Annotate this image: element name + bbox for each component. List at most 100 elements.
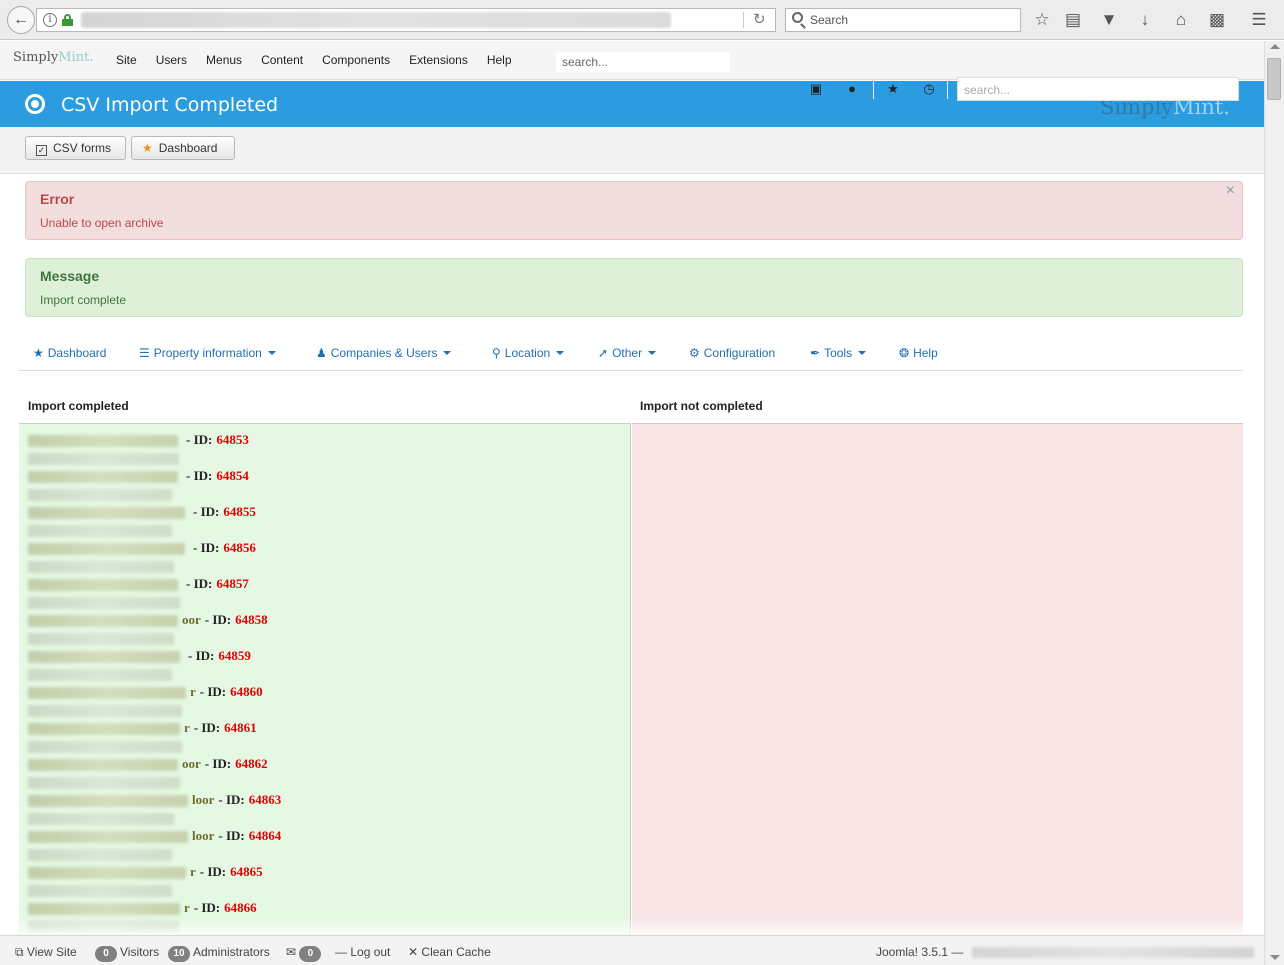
record-id: 64857 (216, 576, 249, 591)
error-text: Unable to open archive (40, 216, 164, 230)
import-row: oor - ID: 64862 (28, 756, 268, 774)
error-heading: Error (40, 191, 75, 207)
redacted-name (28, 831, 188, 844)
redacted-name (28, 687, 186, 700)
back-button[interactable]: ← (7, 6, 35, 34)
home-icon[interactable]: ⌂ (1169, 8, 1193, 32)
status-bar: ⧉ View Site 0 Visitors 10 Administrators ✉… (0, 935, 1264, 965)
import-row-address (28, 666, 176, 684)
info-icon[interactable]: i (43, 13, 57, 27)
import-row: - ID: 64853 (28, 432, 249, 450)
name-tail: oor (182, 756, 201, 771)
menu-content[interactable]: Content (261, 53, 303, 67)
dashboard-label: Dashboard (158, 141, 218, 155)
external-link-icon: ⧉ (15, 945, 24, 959)
import-row: r- ID: 64861 (28, 720, 257, 738)
redacted-address (28, 777, 180, 790)
import-row: loor - ID: 64863 (28, 792, 281, 810)
import-row: r- ID: 64866 (28, 900, 257, 918)
redacted-address (28, 885, 172, 898)
name-tail: loor (192, 828, 215, 843)
import-row: - ID: 64859 (28, 648, 251, 666)
search-icon (792, 12, 803, 23)
pocket-icon[interactable]: ▼ (1097, 8, 1121, 32)
redacted-address (28, 453, 179, 466)
import-row-address (28, 774, 184, 792)
download-icon[interactable]: ↓ (1133, 8, 1157, 32)
brand-logo[interactable]: SimplyMint. (13, 50, 93, 65)
url-bar[interactable]: i ↻ (36, 8, 776, 32)
user-icon: ♟ (316, 346, 327, 360)
redacted-address (28, 633, 174, 646)
cm-tools[interactable]: ✒ Tools (810, 346, 867, 360)
cm-dashboard[interactable]: ★ Dashboard (33, 346, 106, 360)
menu-extensions[interactable]: Extensions (409, 53, 468, 67)
close-icon[interactable]: × (1226, 182, 1235, 200)
page-title: CSV Import Completed (61, 94, 279, 116)
record-id: 64862 (235, 756, 268, 771)
cm-other[interactable]: ➚ Other (598, 346, 657, 360)
header-divider (947, 81, 948, 99)
page-scrollbar[interactable] (1264, 41, 1284, 965)
name-tail: r (184, 900, 190, 915)
clock-icon[interactable]: ◷ (919, 81, 939, 96)
record-id: 64856 (223, 540, 256, 555)
menu-users[interactable]: Users (156, 53, 187, 67)
scroll-thumb[interactable] (1267, 58, 1281, 100)
admins-badge: 10 (168, 946, 190, 962)
radio-circle-icon (25, 94, 45, 114)
extension-icon[interactable]: ▩ (1205, 8, 1229, 32)
id-label: - ID: (193, 720, 221, 735)
header-search-input[interactable]: search... (957, 77, 1239, 101)
cm-property-information[interactable]: ☰ Property information (139, 346, 276, 360)
cm-configuration[interactable]: ⚙ Configuration (689, 346, 775, 360)
redacted-address (28, 525, 172, 538)
browser-search-input[interactable]: Search (785, 8, 1021, 32)
monitor-icon[interactable]: ▣ (806, 81, 826, 96)
redacted-address (28, 813, 174, 826)
reading-list-icon[interactable]: ▤ (1061, 8, 1085, 32)
csv-forms-button[interactable]: ✓ CSV forms (25, 136, 126, 160)
record-id: 64853 (216, 432, 249, 447)
lifebuoy-icon: ❂ (899, 346, 910, 360)
reload-icon[interactable]: ↻ (753, 10, 766, 28)
view-site-link[interactable]: ⧉ View Site (15, 945, 77, 960)
cm-location[interactable]: ⚲ Location (492, 346, 565, 360)
record-id: 64859 (218, 648, 251, 663)
import-completed-heading: Import completed (28, 399, 129, 413)
redacted-address (28, 561, 174, 574)
cm-help[interactable]: ❂ Help (899, 346, 938, 360)
clean-cache-link[interactable]: ✕ Clean Cache (408, 945, 491, 959)
star-icon[interactable]: ★ (883, 81, 903, 96)
cm-companies-users[interactable]: ♟ Companies & Users (316, 346, 452, 360)
id-label: - ID: (186, 576, 213, 591)
message-heading: Message (40, 268, 100, 284)
menu-site[interactable]: Site (116, 53, 137, 67)
menu-components[interactable]: Components (322, 53, 390, 67)
id-label: - ID: (204, 612, 232, 627)
user-icon[interactable]: ● (842, 81, 862, 96)
admin-search-input[interactable]: search... (556, 52, 730, 72)
record-id: 64866 (224, 900, 257, 915)
logout-link[interactable]: — Log out (335, 945, 390, 959)
caret-down-icon (858, 351, 867, 355)
id-label: - ID: (199, 684, 227, 699)
bookmark-star-icon[interactable]: ☆ (1030, 8, 1054, 32)
messages-stat[interactable]: ✉ 0 (286, 945, 324, 962)
dashboard-button[interactable]: ★ Dashboard (131, 136, 235, 160)
id-label: - ID: (188, 648, 215, 663)
record-id: 64863 (248, 792, 282, 807)
id-label: - ID: (199, 864, 227, 879)
import-row-address (28, 882, 176, 900)
menu-menus[interactable]: Menus (206, 53, 242, 67)
import-row: r- ID: 64860 (28, 684, 263, 702)
name-tail: loor (192, 792, 215, 807)
import-not-completed-panel (632, 423, 1243, 935)
hamburger-menu-icon[interactable]: ☰ (1247, 8, 1271, 32)
scroll-up-icon[interactable] (1270, 44, 1280, 49)
import-row: r- ID: 64865 (28, 864, 263, 882)
scroll-down-icon[interactable] (1270, 955, 1280, 960)
redacted-address (28, 597, 180, 610)
menu-help[interactable]: Help (487, 53, 512, 67)
back-arrow-icon: ← (13, 11, 29, 28)
